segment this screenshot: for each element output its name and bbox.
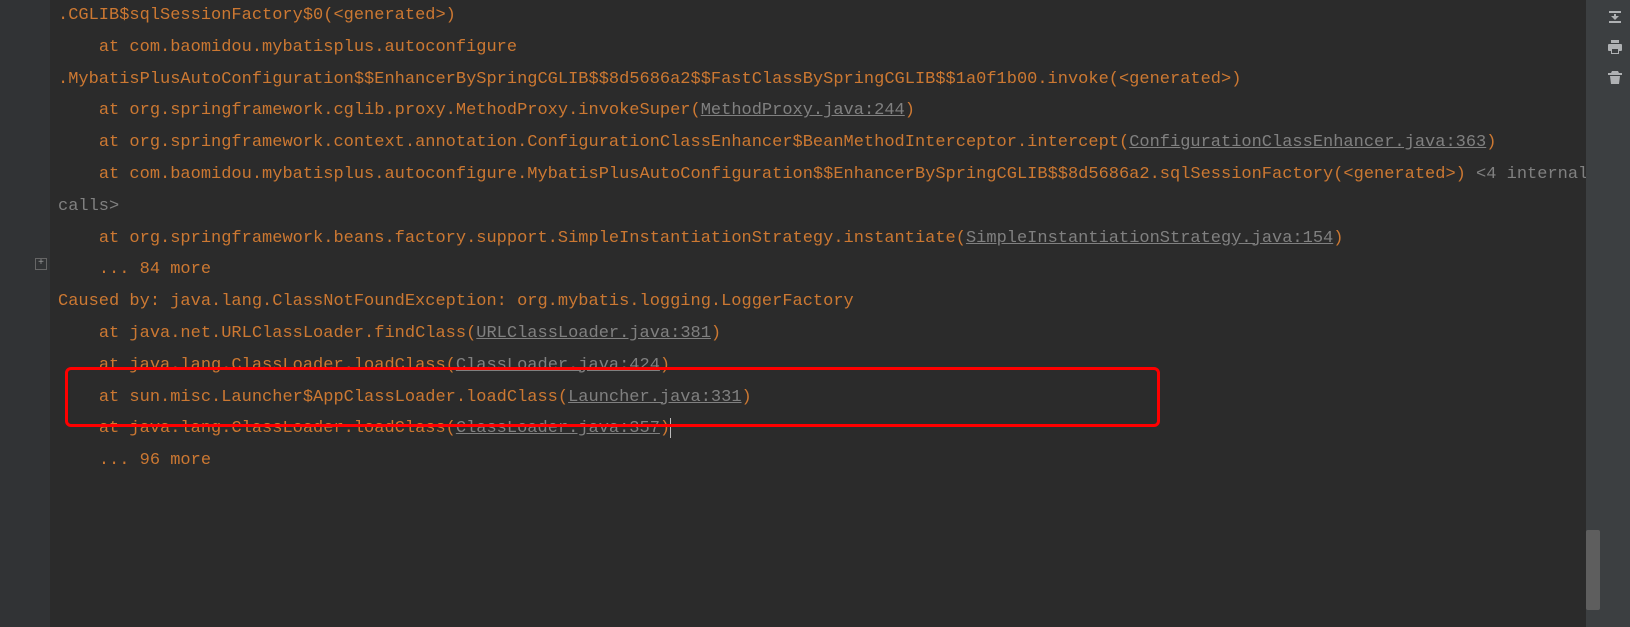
source-link[interactable]: ConfigurationClassEnhancer.java:363 — [1129, 133, 1486, 152]
stack-trace-line: at com.baomidou.mybatisplus.autoconfigur… — [58, 165, 1343, 184]
console-toolbar — [1600, 0, 1630, 627]
source-link[interactable]: ClassLoader.java:424 — [456, 356, 660, 375]
source-link[interactable]: MethodProxy.java:244 — [701, 101, 905, 120]
source-link[interactable]: ClassLoader.java:357 — [456, 419, 660, 438]
stack-trace-line: at sun.misc.Launcher$AppClassLoader.load… — [58, 388, 568, 407]
stack-trace-line: Caused by: java.lang.ClassNotFoundExcept… — [58, 292, 854, 311]
stack-trace-line: ) — [1486, 133, 1496, 152]
text-cursor — [670, 418, 671, 438]
stack-trace-line: <generated>) — [1119, 70, 1241, 89]
stack-trace-line: <generated>) — [333, 6, 455, 25]
source-link[interactable]: Launcher.java:331 — [568, 388, 741, 407]
stack-trace-line: <generated>) — [1343, 165, 1465, 184]
console-gutter: + — [0, 0, 50, 627]
stack-trace-line: at org.springframework.context.annotatio… — [58, 133, 1129, 152]
stack-trace-line: .MybatisPlusAutoConfiguration$$EnhancerB… — [58, 70, 1119, 89]
scroll-to-end-icon[interactable] — [1606, 8, 1624, 26]
stack-trace-line: ... 96 more — [58, 451, 211, 470]
stack-trace-line: at java.lang.ClassLoader.loadClass( — [58, 419, 456, 438]
source-link[interactable]: SimpleInstantiationStrategy.java:154 — [966, 229, 1333, 248]
stack-trace-line: ) — [742, 388, 752, 407]
stack-trace-line: at java.lang.ClassLoader.loadClass( — [58, 356, 456, 375]
stack-trace-line: ) — [660, 356, 670, 375]
expand-fold-marker[interactable]: + — [35, 258, 47, 270]
stack-trace-line: .CGLIB$sqlSessionFactory$0( — [58, 6, 333, 25]
stack-trace-line: ) — [1333, 229, 1343, 248]
stack-trace-line: ) — [660, 419, 670, 438]
stack-trace-line: at java.net.URLClassLoader.findClass( — [58, 324, 476, 343]
scrollbar-track[interactable] — [1586, 0, 1600, 627]
stack-trace-line: at org.springframework.beans.factory.sup… — [58, 229, 966, 248]
stack-trace-line: ) — [905, 101, 915, 120]
scrollbar-thumb[interactable] — [1586, 530, 1600, 610]
clear-icon[interactable] — [1606, 68, 1624, 86]
source-link[interactable]: URLClassLoader.java:381 — [476, 324, 711, 343]
print-icon[interactable] — [1606, 38, 1624, 56]
console-output[interactable]: .CGLIB$sqlSessionFactory$0(<generated>) … — [50, 0, 1600, 627]
stack-trace-line: ) — [711, 324, 721, 343]
ide-console-panel: + .CGLIB$sqlSessionFactory$0(<generated>… — [0, 0, 1630, 627]
stack-trace-line: at com.baomidou.mybatisplus.autoconfigur… — [58, 38, 517, 57]
stack-trace-line: ... 84 more — [58, 260, 211, 279]
stack-trace-line: at org.springframework.cglib.proxy.Metho… — [58, 101, 701, 120]
